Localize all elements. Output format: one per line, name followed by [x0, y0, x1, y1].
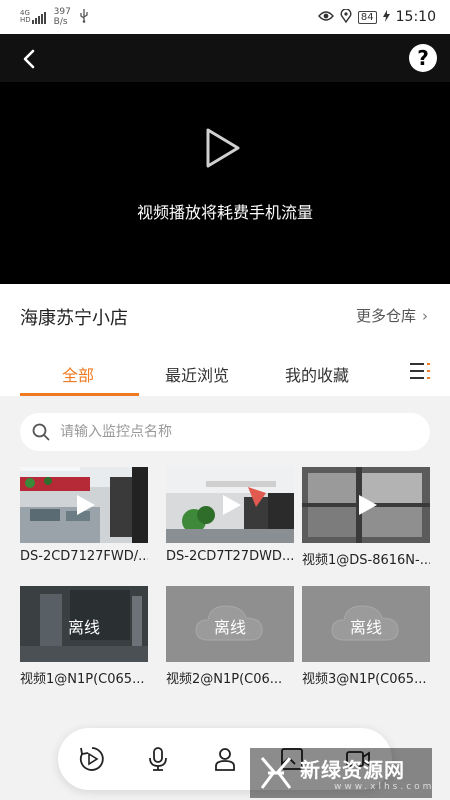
speed-value: 397 — [53, 7, 71, 17]
camera-thumbnail[interactable] — [20, 467, 148, 543]
offline-overlay: 离线 — [67, 618, 100, 637]
camera-name: DS-2CD7T27DWD... — [166, 549, 294, 564]
camera-tile[interactable]: DS-2CD7T27DWD... — [166, 467, 294, 564]
camera-tile[interactable]: 离线 视频2@N1P(C06... — [166, 586, 294, 687]
network-indicator: 4G HD — [20, 10, 46, 24]
camera-name: 视频1@DS-8616N-... — [302, 553, 430, 568]
playback-icon[interactable] — [78, 745, 106, 773]
watermark: 新绿资源网 www.xlhs.com — [250, 748, 432, 798]
list-menu-icon[interactable] — [410, 361, 430, 381]
offline-overlay: 离线 — [213, 618, 246, 637]
camera-name: 视频2@N1P(C06... — [166, 672, 283, 687]
camera-name: DS-2CD7127FWD/... — [20, 549, 148, 564]
play-icon — [77, 495, 95, 515]
tab-all[interactable]: 全部 — [62, 362, 94, 386]
signal-icon — [31, 12, 46, 24]
chevron-left-icon — [23, 49, 35, 69]
app-screen: 4G HD 397 B/s 84 15:10 ? 视频播放将耗费手机流量 海康苏… — [0, 0, 450, 800]
camera-thumbnail[interactable]: 离线 — [166, 586, 294, 662]
search-input[interactable] — [60, 413, 410, 451]
camera-tile[interactable]: 视频1@DS-8616N-... — [302, 467, 430, 568]
location-icon — [340, 7, 352, 26]
network-subtype: HD — [20, 16, 31, 24]
clock: 15:10 — [395, 9, 436, 25]
play-button[interactable] — [203, 126, 243, 170]
charging-icon — [382, 9, 390, 25]
battery-level: 84 — [357, 10, 377, 24]
camera-thumbnail[interactable] — [302, 467, 430, 543]
play-icon — [223, 495, 241, 515]
watermark-text: 新绿资源网 — [300, 758, 405, 782]
person-icon[interactable] — [211, 745, 239, 773]
usb-icon — [79, 8, 89, 26]
video-player[interactable]: ? 视频播放将耗费手机流量 — [0, 34, 450, 284]
chevron-right-icon: › — [422, 307, 428, 325]
tab-favorites[interactable]: 我的收藏 — [285, 362, 349, 386]
store-name: 海康苏宁小店 — [20, 308, 128, 329]
play-icon — [359, 495, 377, 515]
watermark-logo-icon — [260, 757, 292, 789]
watermark-subtext: www.xlhs.com — [334, 782, 435, 792]
help-button[interactable]: ? — [409, 44, 437, 72]
search-icon — [32, 423, 50, 441]
video-top-bar: ? — [0, 34, 450, 82]
status-bar: 4G HD 397 B/s 84 15:10 — [0, 0, 450, 34]
tab-recent[interactable]: 最近浏览 — [165, 362, 229, 386]
camera-thumbnail[interactable] — [166, 467, 294, 543]
back-button[interactable] — [14, 44, 44, 74]
tab-bar: 全部 最近浏览 我的收藏 — [0, 346, 450, 396]
camera-thumbnail[interactable]: 离线 — [20, 586, 148, 662]
more-warehouses-link[interactable]: 更多仓库 › — [356, 305, 428, 326]
play-icon — [206, 128, 240, 168]
camera-tile[interactable]: 离线 视频1@N1P(C065... — [20, 586, 148, 687]
data-usage-message: 视频播放将耗费手机流量 — [136, 203, 313, 222]
status-left: 4G HD 397 B/s — [20, 7, 89, 27]
status-right: 84 15:10 — [317, 7, 436, 26]
camera-thumbnail[interactable]: 离线 — [302, 586, 430, 662]
active-tab-indicator — [20, 393, 139, 396]
camera-name: 视频1@N1P(C065... — [20, 672, 145, 687]
microphone-icon[interactable] — [144, 745, 172, 773]
store-header: 海康苏宁小店 更多仓库 › — [0, 284, 450, 346]
offline-overlay: 离线 — [349, 618, 382, 637]
speed-unit: B/s — [53, 17, 68, 27]
search-bar — [20, 413, 430, 451]
more-warehouses-label: 更多仓库 — [355, 307, 416, 325]
eye-icon — [317, 10, 334, 25]
network-speed: 397 B/s — [54, 7, 71, 27]
camera-name: 视频3@N1P(C065... — [302, 672, 427, 687]
camera-tile[interactable]: DS-2CD7127FWD/... — [20, 467, 148, 564]
camera-tile[interactable]: 离线 视频3@N1P(C065... — [302, 586, 430, 687]
